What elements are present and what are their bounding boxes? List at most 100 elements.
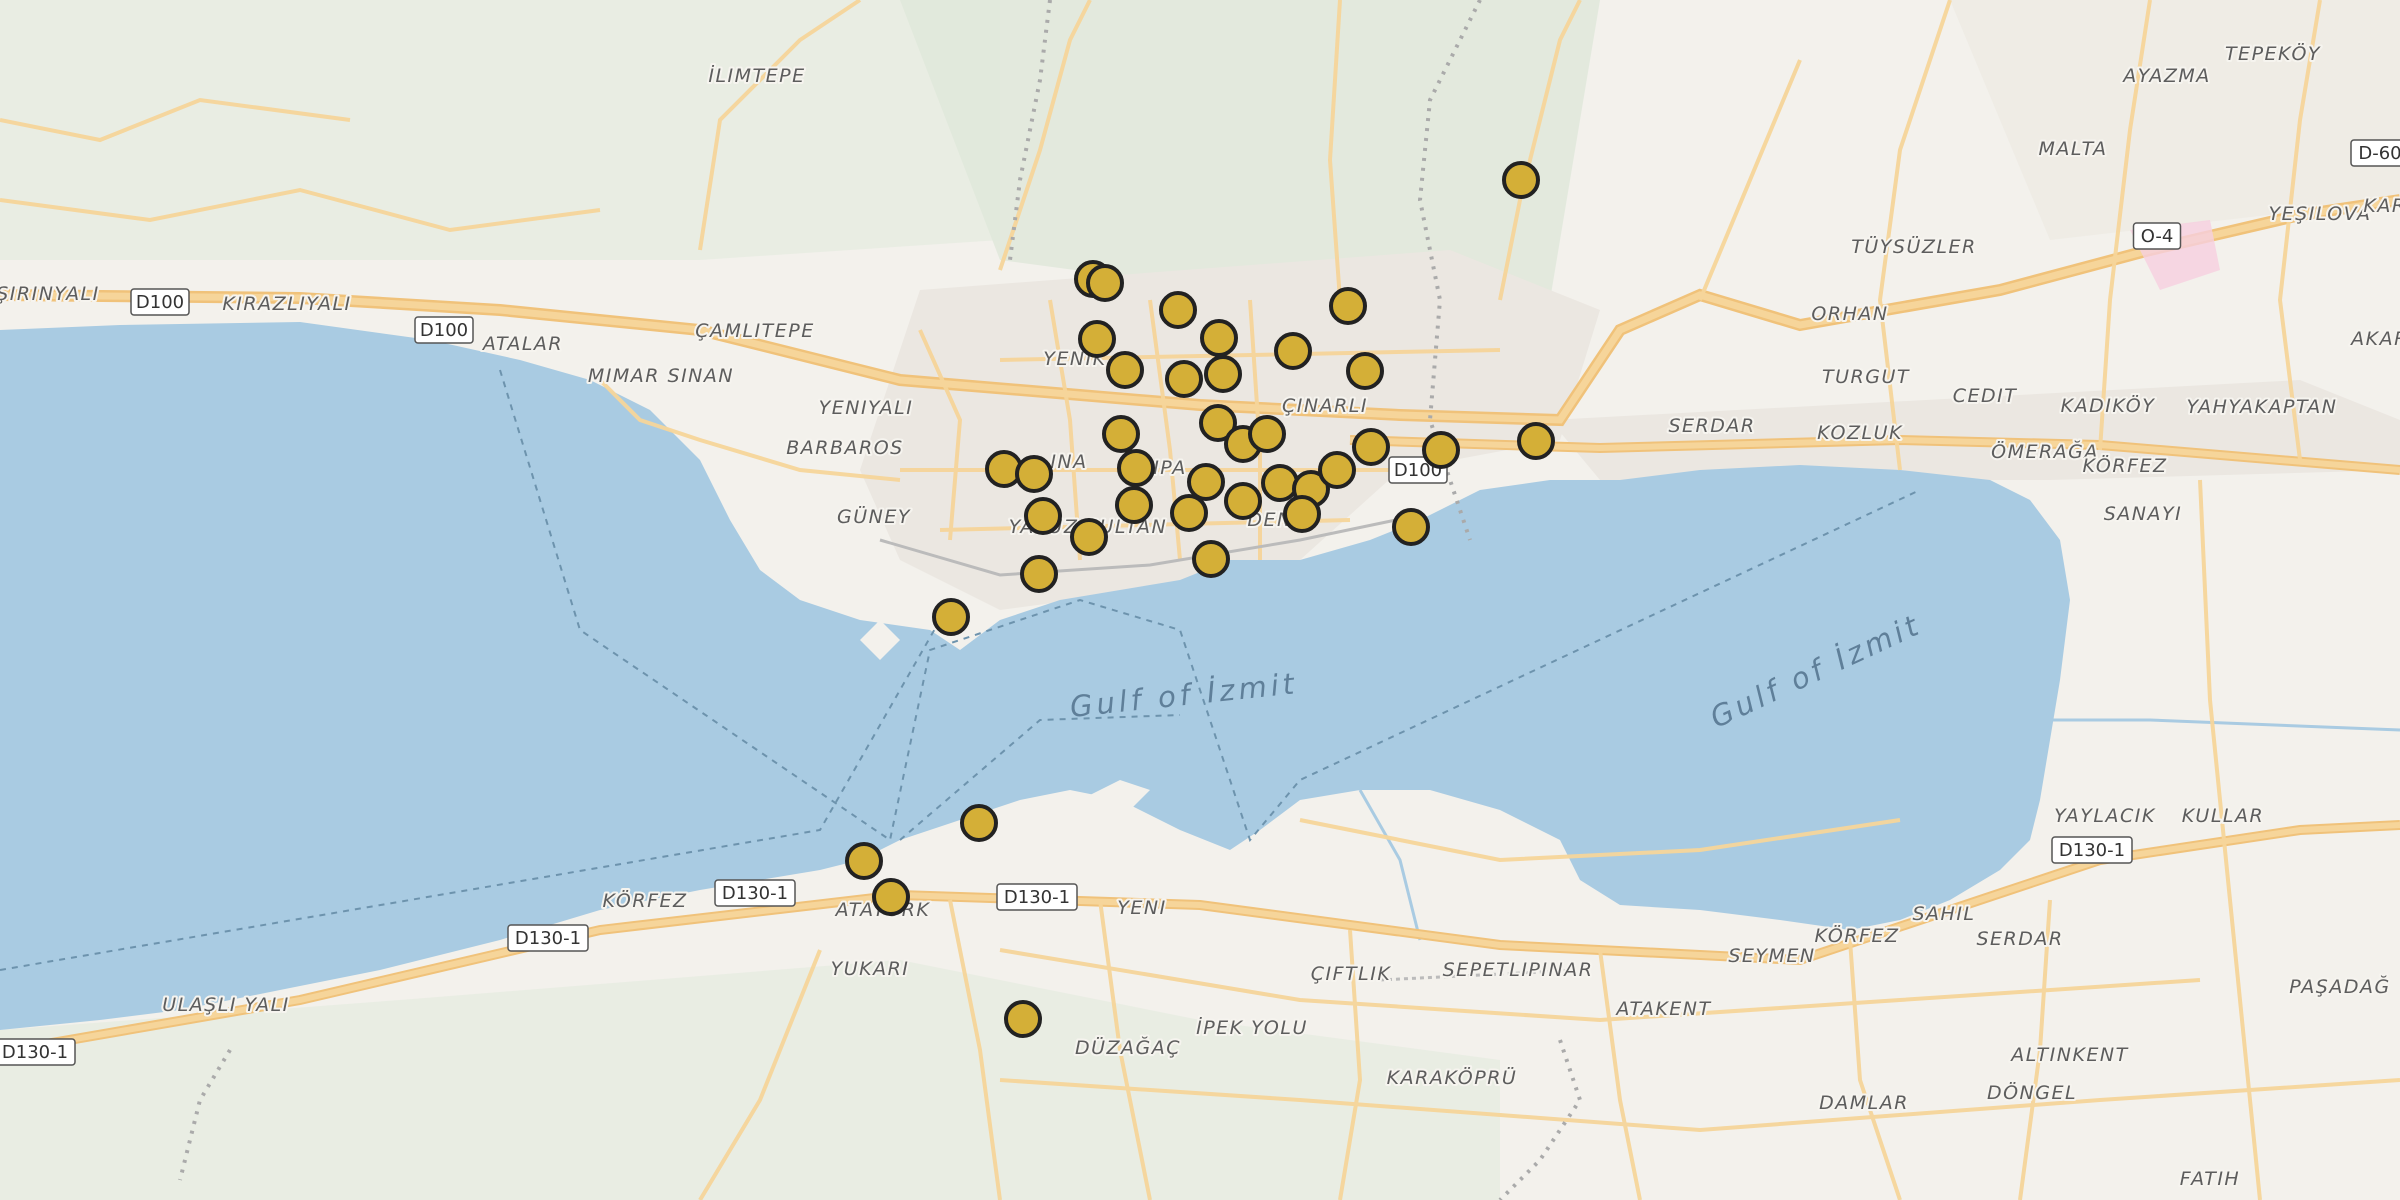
location-marker[interactable] [1502,161,1540,199]
location-marker[interactable] [1200,319,1238,357]
road-shield-label: D130-1 [2,1042,68,1063]
place-label: DAMLAR [1819,1092,1909,1114]
location-marker[interactable] [1187,463,1225,501]
water-label: Gulf of İzmit [1705,607,1927,735]
place-label: AKAR [2349,328,2400,350]
place-label: ULAŞLI YALI [162,994,290,1016]
location-marker[interactable] [1115,486,1153,524]
place-label: ÇAMLITEPE [695,320,814,342]
place-label: KADIKÖY [2061,394,2156,417]
place-label: KÖRFEZ [2082,454,2167,477]
place-label: YEŞILOVA [2269,203,2372,225]
place-label: YAHYAKAPTAN [2186,396,2337,418]
place-label: ATAKENT [1614,998,1711,1020]
road-shields: D100D100D100O-4D-60D130-1 D130-1D130-1D13… [0,139,2400,1066]
water-label: Gulf of İzmit [1068,666,1299,724]
place-label: YENIYALI [819,397,914,419]
place-label: KIRAZLIYALI [222,293,351,315]
place-label: ÇIFTLIK [1311,963,1392,985]
location-marker[interactable] [932,598,970,636]
place-label: CEDIT [1953,385,2018,407]
place-label: FATIH [2180,1168,2240,1190]
location-marker[interactable] [1015,455,1053,493]
water-labels: Gulf of İzmit Gulf of İzmit [1068,607,1926,735]
marker-layer[interactable] [845,161,1555,1038]
location-marker[interactable] [1102,415,1140,453]
location-marker[interactable] [1106,351,1144,389]
place-label: ORHAN [1811,303,1888,325]
place-label: KAR [2363,195,2400,217]
location-marker[interactable] [1004,1000,1042,1038]
place-label: MIMAR SINAN [588,365,734,387]
place-label: IPA [1153,457,1187,479]
place-label: SEPETLIPINAR [1443,959,1594,981]
location-marker[interactable] [1346,352,1384,390]
place-label: KARAKÖPRÜ [1387,1066,1518,1089]
place-label: KÖRFEZ [1814,924,1899,947]
place-label: SANAYI [2104,503,2182,525]
place-label: KÖRFEZ [602,889,687,912]
location-marker[interactable] [1318,451,1356,489]
location-marker[interactable] [1422,431,1460,469]
road-shield-label: O-4 [2141,226,2174,247]
place-label: ŞIRINYALI [0,283,100,305]
road-shield: D-60 [2350,139,2400,167]
location-marker[interactable] [1192,540,1230,578]
location-marker[interactable] [1261,464,1299,502]
road-shield-label: D100 [136,292,184,313]
place-label: SAHIL [1912,903,1975,925]
road-shield-label: D130-1 [1004,887,1070,908]
place-label: BARBAROS [786,437,903,459]
place-label: İLIMTEPE [708,64,805,87]
road-shield: D100 [414,316,474,344]
location-marker[interactable] [1283,495,1321,533]
location-marker[interactable] [1517,422,1555,460]
map-overlay: Gulf of İzmit Gulf of İzmit İLIMTEPE ŞIRIN… [0,40,2400,1192]
place-label: KOZLUK [1817,422,1903,444]
place-label: ATALAR [481,333,563,355]
location-marker[interactable] [1170,494,1208,532]
road-shield-label: D100 [420,320,468,341]
place-label: TEPEKÖY [2225,42,2321,65]
place-label: AYAZMA [2121,65,2211,87]
place-labels: İLIMTEPE ŞIRINYALI KIRAZLIYALI ÇAMLITEPE ATA… [0,40,2400,1192]
map-view[interactable]: Gulf of İzmit Gulf of İzmit İLIMTEPE ŞIRIN… [0,0,2400,1200]
location-marker[interactable] [1392,508,1430,546]
place-label: SERDAR [1668,415,1755,437]
place-label: YUKARI [831,958,910,980]
road-shield-label: D130-1 [2059,840,2125,861]
place-label: ALTINKENT [2009,1044,2129,1066]
road-shield: D130-1 [0,1038,76,1066]
location-marker[interactable] [1117,449,1155,487]
place-label: INA [1050,451,1087,473]
road-shield: D130-1 [996,883,1078,911]
road-shield: O-4 [2132,222,2182,250]
road-shield: D100 [130,288,190,316]
location-marker[interactable] [1224,482,1262,520]
place-label: YENI [1117,897,1166,919]
location-marker[interactable] [1086,264,1124,302]
location-marker[interactable] [1329,287,1367,325]
location-marker[interactable] [1248,415,1286,453]
location-marker[interactable] [1159,291,1197,329]
road-shield: D130-1 [714,879,796,907]
location-marker[interactable] [872,878,910,916]
location-marker[interactable] [1352,428,1390,466]
place-label: TURGUT [1822,366,1910,388]
place-label: DÜZAĞAÇ [1075,1035,1181,1059]
location-marker[interactable] [1070,518,1108,556]
location-marker[interactable] [1274,332,1312,370]
location-marker[interactable] [1024,497,1062,535]
location-marker[interactable] [960,804,998,842]
road-shield: D130-1 [507,924,589,952]
location-marker[interactable] [845,842,883,880]
place-label: MALTA [2038,138,2107,160]
location-marker[interactable] [1165,360,1203,398]
location-marker[interactable] [1078,320,1116,358]
location-marker[interactable] [1204,355,1242,393]
place-label: TÜYSÜZLER [1851,235,1976,258]
place-label: SEYMEN [1728,945,1815,967]
location-marker[interactable] [1020,555,1058,593]
road-shield-label: D130-1 [722,883,788,904]
place-label: KULLAR [2182,805,2264,827]
